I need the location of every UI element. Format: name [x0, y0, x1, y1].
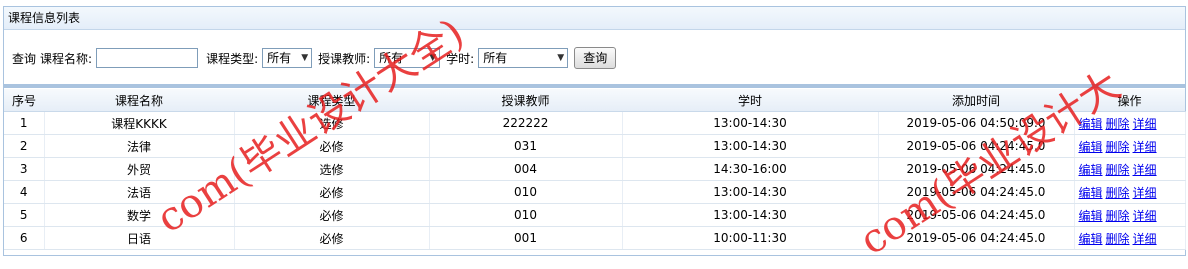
course-type-label: 课程类型: — [206, 51, 259, 66]
cell-teacher: 001 — [429, 226, 623, 250]
edit-link[interactable]: 编辑 — [1079, 209, 1103, 223]
detail-link[interactable]: 详细 — [1133, 209, 1157, 223]
edit-link[interactable]: 编辑 — [1079, 117, 1103, 131]
table-row: 2 法律 必修 031 13:00-14:30 2019-05-06 04:24… — [4, 134, 1186, 158]
header-course-type: 课程类型 — [234, 89, 429, 112]
cell-course-type: 选修 — [234, 111, 430, 135]
edit-link[interactable]: 编辑 — [1079, 186, 1103, 200]
detail-link[interactable]: 详细 — [1133, 117, 1157, 131]
header-course-name: 课程名称 — [44, 89, 234, 112]
table-row: 1 课程KKKK 选修 222222 13:00-14:30 2019-05-0… — [4, 111, 1186, 135]
table-row: 6 日语 必修 001 10:00-11:30 2019-05-06 04:24… — [4, 226, 1186, 250]
header-hours: 学时 — [622, 89, 878, 112]
cell-course-name: 法律 — [44, 134, 235, 158]
cell-actions: 编辑 删除 详细 — [1074, 157, 1186, 181]
cell-teacher: 004 — [429, 157, 623, 181]
hours-label: 学时: — [446, 51, 475, 66]
table-row: 5 数学 必修 010 13:00-14:30 2019-05-06 04:24… — [4, 203, 1186, 227]
dropdown-arrow-icon: ▼ — [301, 53, 309, 63]
cell-course-name: 课程KKKK — [44, 111, 235, 135]
cell-added-time: 2019-05-06 04:24:45.0 — [878, 157, 1075, 181]
cell-hours: 13:00-14:30 — [622, 180, 879, 204]
section-divider — [4, 84, 1185, 88]
cell-index: 6 — [4, 226, 45, 250]
teacher-select[interactable]: 所有 ▼ — [374, 48, 441, 68]
cell-course-type: 选修 — [234, 157, 430, 181]
delete-link[interactable]: 删除 — [1106, 163, 1130, 177]
header-teacher: 授课教师 — [429, 89, 622, 112]
cell-course-name: 日语 — [44, 226, 235, 250]
cell-hours: 14:30-16:00 — [622, 157, 879, 181]
teacher-label: 授课教师: — [318, 51, 371, 66]
delete-link[interactable]: 删除 — [1106, 117, 1130, 131]
dropdown-arrow-icon: ▼ — [429, 53, 437, 63]
table-header-row: 序号 课程名称 课程类型 授课教师 学时 添加时间 操作 — [4, 89, 1185, 112]
cell-teacher: 222222 — [429, 111, 623, 135]
delete-link[interactable]: 删除 — [1106, 140, 1130, 154]
detail-link[interactable]: 详细 — [1133, 232, 1157, 246]
delete-link[interactable]: 删除 — [1106, 209, 1130, 223]
detail-link[interactable]: 详细 — [1133, 163, 1157, 177]
cell-index: 5 — [4, 203, 45, 227]
cell-actions: 编辑 删除 详细 — [1074, 203, 1186, 227]
search-prefix-label: 查询 — [12, 51, 37, 66]
course-name-label: 课程名称: — [40, 51, 93, 66]
cell-index: 1 — [4, 111, 45, 135]
hours-selected: 所有 — [483, 51, 508, 65]
course-name-input[interactable] — [96, 48, 199, 68]
table-row: 4 法语 必修 010 13:00-14:30 2019-05-06 04:24… — [4, 180, 1186, 204]
header-actions: 操作 — [1074, 89, 1185, 112]
hours-select[interactable]: 所有 ▼ — [478, 48, 569, 68]
cell-course-type: 必修 — [234, 134, 430, 158]
cell-index: 4 — [4, 180, 45, 204]
cell-hours: 13:00-14:30 — [622, 203, 879, 227]
dropdown-arrow-icon: ▼ — [557, 53, 565, 63]
cell-actions: 编辑 删除 详细 — [1074, 180, 1186, 204]
cell-actions: 编辑 删除 详细 — [1074, 134, 1186, 158]
cell-added-time: 2019-05-06 04:24:45.0 — [878, 226, 1075, 250]
cell-added-time: 2019-05-06 04:24:45.0 — [878, 134, 1075, 158]
teacher-selected: 所有 — [379, 51, 404, 65]
header-index: 序号 — [4, 89, 44, 112]
cell-index: 3 — [4, 157, 45, 181]
edit-link[interactable]: 编辑 — [1079, 163, 1103, 177]
cell-added-time: 2019-05-06 04:24:45.0 — [878, 203, 1075, 227]
course-type-select[interactable]: 所有 ▼ — [262, 48, 313, 68]
cell-course-type: 必修 — [234, 226, 430, 250]
cell-course-name: 外贸 — [44, 157, 235, 181]
course-list-panel: 课程信息列表 查询 课程名称: 课程类型: 所有 ▼ 授课教师: 所有 ▼ 学时… — [3, 6, 1186, 256]
cell-actions: 编辑 删除 详细 — [1074, 226, 1186, 250]
query-button[interactable]: 查询 — [574, 47, 617, 69]
cell-index: 2 — [4, 134, 45, 158]
edit-link[interactable]: 编辑 — [1079, 140, 1103, 154]
search-bar: 查询 课程名称: 课程类型: 所有 ▼ 授课教师: 所有 ▼ 学时: 所有 ▼ … — [4, 37, 1185, 79]
cell-teacher: 010 — [429, 180, 623, 204]
course-type-selected: 所有 — [267, 51, 292, 65]
cell-course-name: 法语 — [44, 180, 235, 204]
cell-hours: 13:00-14:30 — [622, 134, 879, 158]
detail-link[interactable]: 详细 — [1133, 186, 1157, 200]
cell-teacher: 031 — [429, 134, 623, 158]
cell-added-time: 2019-05-06 04:50:09.0 — [878, 111, 1075, 135]
cell-hours: 10:00-11:30 — [622, 226, 879, 250]
delete-link[interactable]: 删除 — [1106, 186, 1130, 200]
detail-link[interactable]: 详细 — [1133, 140, 1157, 154]
header-added-time: 添加时间 — [878, 89, 1074, 112]
course-table: 序号 课程名称 课程类型 授课教师 学时 添加时间 操作 1 课程KKKK 选修… — [4, 89, 1186, 250]
table-row: 3 外贸 选修 004 14:30-16:00 2019-05-06 04:24… — [4, 157, 1186, 181]
cell-actions: 编辑 删除 详细 — [1074, 111, 1186, 135]
cell-added-time: 2019-05-06 04:24:45.0 — [878, 180, 1075, 204]
edit-link[interactable]: 编辑 — [1079, 232, 1103, 246]
cell-teacher: 010 — [429, 203, 623, 227]
panel-title: 课程信息列表 — [4, 7, 1185, 30]
cell-course-type: 必修 — [234, 180, 430, 204]
cell-course-name: 数学 — [44, 203, 235, 227]
cell-course-type: 必修 — [234, 203, 430, 227]
delete-link[interactable]: 删除 — [1106, 232, 1130, 246]
cell-hours: 13:00-14:30 — [622, 111, 879, 135]
